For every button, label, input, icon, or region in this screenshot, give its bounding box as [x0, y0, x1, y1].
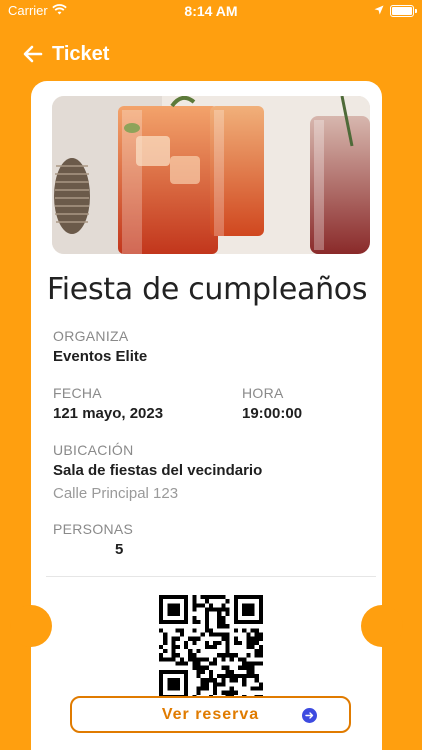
status-right: [374, 3, 417, 18]
location-arrow-icon: [374, 3, 384, 18]
ticket-notch-left: [10, 605, 52, 647]
ubicacion-label: UBICACIÓN: [53, 442, 134, 458]
ticket-notch-right: [361, 605, 403, 647]
ver-reserva-button[interactable]: Ver reserva: [70, 696, 351, 733]
ubicacion-address: Calle Principal 123: [53, 485, 179, 502]
personas-label: PERSONAS: [53, 521, 134, 537]
ubicacion-name: Sala de fiestas del vecindario: [53, 462, 263, 479]
fecha-label: FECHA: [53, 385, 102, 401]
personas-value: 5: [115, 541, 124, 558]
organiza-label: ORGANIZA: [53, 328, 129, 344]
status-bar: Carrier 8:14 AM: [0, 0, 422, 22]
nav-bar: Ticket: [22, 40, 109, 68]
back-arrow-icon[interactable]: [22, 43, 44, 65]
status-time: 8:14 AM: [184, 3, 238, 19]
event-title: Fiesta de cumpleaños: [47, 272, 368, 307]
ver-reserva-label: Ver reserva: [161, 705, 260, 723]
hora-value: 19:00:00: [242, 405, 303, 422]
hora-label: HORA: [242, 385, 284, 401]
fecha-value: 121 mayo, 2023: [53, 405, 164, 422]
battery-icon: [390, 4, 417, 17]
page-title: Ticket: [52, 42, 110, 65]
qr-code: [159, 595, 263, 699]
organiza-value: Eventos Elite: [53, 348, 148, 365]
event-image: [52, 96, 370, 254]
ticket-divider: [46, 576, 376, 577]
arrow-right-circle-icon: [302, 708, 317, 723]
